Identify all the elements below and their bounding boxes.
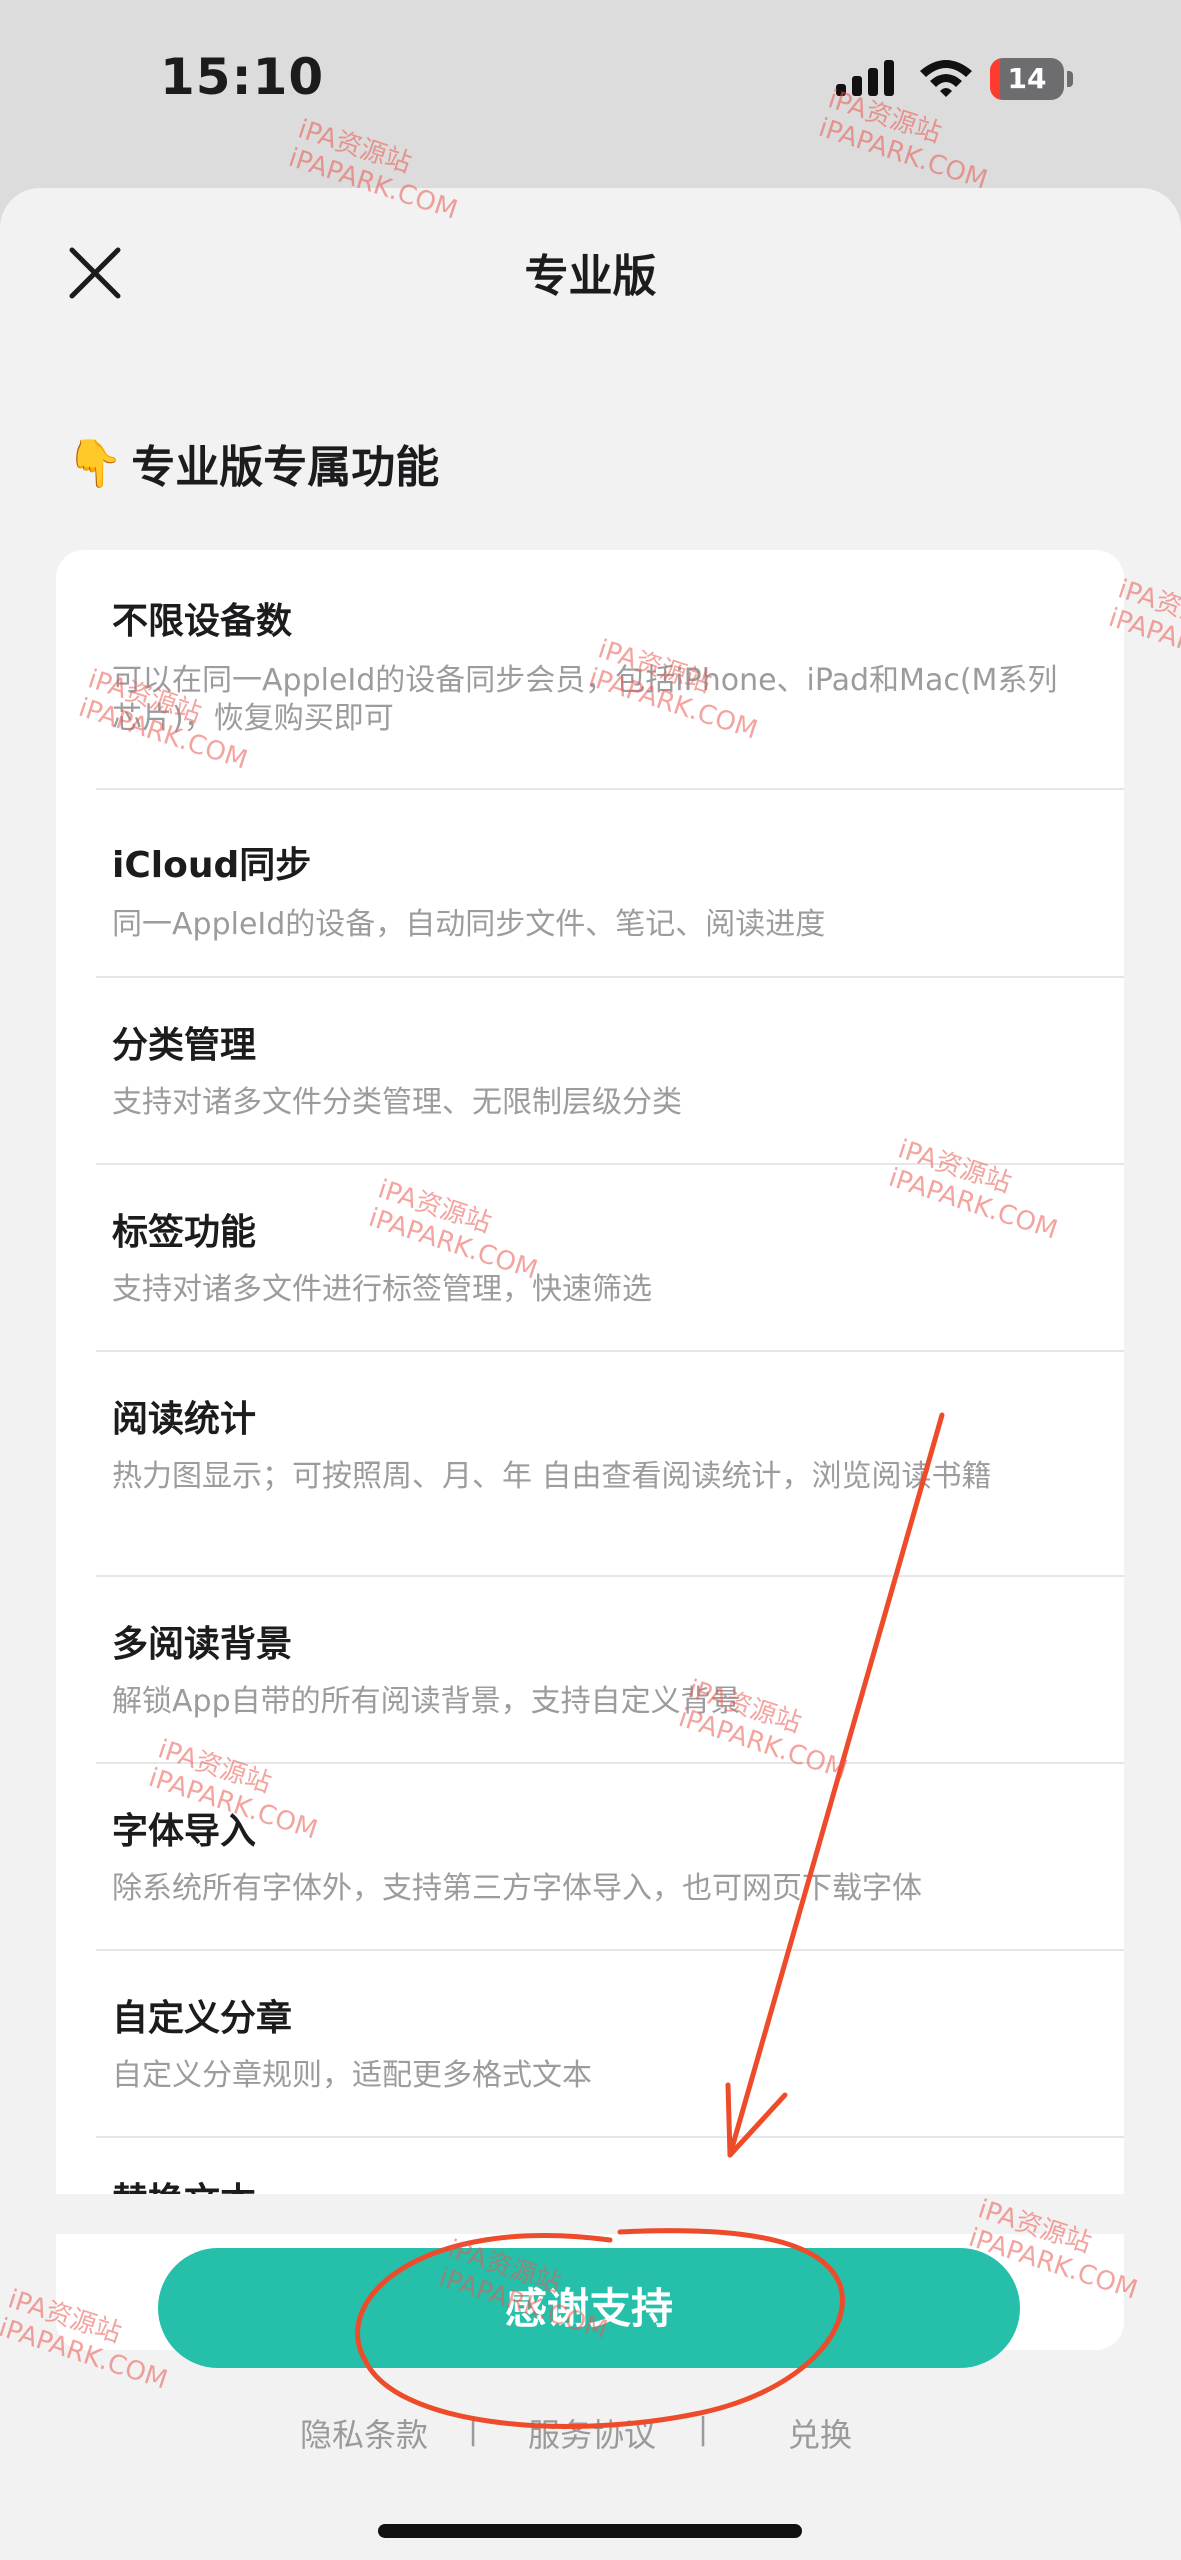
status-bar: 15:10 14: [0, 0, 1181, 170]
section-title: 专业版专属功能: [131, 442, 440, 493]
wifi-icon: [920, 60, 972, 97]
feature-description: 支持对诸多文件分类管理、无限制层级分类: [112, 1085, 682, 1120]
redeem-link[interactable]: 兑换: [788, 2410, 852, 2456]
list-item: 多阅读背景 解锁App自带的所有阅读背景，支持自定义背景: [96, 1577, 1124, 1764]
feature-title: 多阅读背景: [112, 1624, 293, 1665]
page-title: 专业版: [524, 251, 657, 302]
footer-separator: |: [468, 2412, 479, 2447]
feature-description: 热力图显示；可按照周、月、年 自由查看阅读统计，浏览阅读书籍: [112, 1459, 992, 1494]
list-fade: [56, 2194, 1124, 2234]
feature-title: 分类管理: [112, 1025, 257, 1066]
feature-title: iCloud同步: [112, 845, 312, 886]
feature-description: 自定义分章规则，适配更多格式文本: [112, 2058, 592, 2093]
privacy-link[interactable]: 隐私条款: [300, 2410, 428, 2456]
status-time: 15:10: [160, 48, 325, 106]
footer-separator: |: [698, 2412, 709, 2447]
battery-level: 14: [1007, 62, 1047, 95]
feature-description: 支持对诸多文件进行标签管理，快速筛选: [112, 1272, 652, 1307]
feature-title: 标签功能: [112, 1212, 257, 1253]
list-item: iCloud同步 同一AppleId的设备，自动同步文件、笔记、阅读进度: [96, 790, 1124, 978]
terms-link[interactable]: 服务协议: [528, 2410, 656, 2456]
feature-list: 不限设备数 可以在同一AppleId的设备同步会员，包括iPhone、iPad和…: [56, 550, 1124, 2350]
list-item: 分类管理 支持对诸多文件分类管理、无限制层级分类: [96, 978, 1124, 1165]
battery-icon: 14: [990, 58, 1074, 100]
section-header: 👇 专业版专属功能: [66, 428, 439, 498]
feature-description: 除系统所有字体外，支持第三方字体导入，也可网页下载字体: [112, 1871, 922, 1906]
feature-description: 同一AppleId的设备，自动同步文件、笔记、阅读进度: [112, 907, 826, 942]
pointing-down-icon: 👇: [66, 435, 124, 490]
feature-title: 自定义分章: [112, 1998, 293, 2039]
footer-links: 隐私条款 | 服务协议 | 兑换: [0, 2410, 1181, 2460]
list-item: 阅读统计 热力图显示；可按照周、月、年 自由查看阅读统计，浏览阅读书籍: [96, 1352, 1124, 1577]
feature-title: 不限设备数: [112, 601, 293, 642]
feature-description: 解锁App自带的所有阅读背景，支持自定义背景: [112, 1684, 741, 1719]
list-item: 自定义分章 自定义分章规则，适配更多格式文本: [96, 1951, 1124, 2138]
home-indicator: [378, 2524, 802, 2538]
feature-title: 阅读统计: [112, 1399, 257, 1440]
